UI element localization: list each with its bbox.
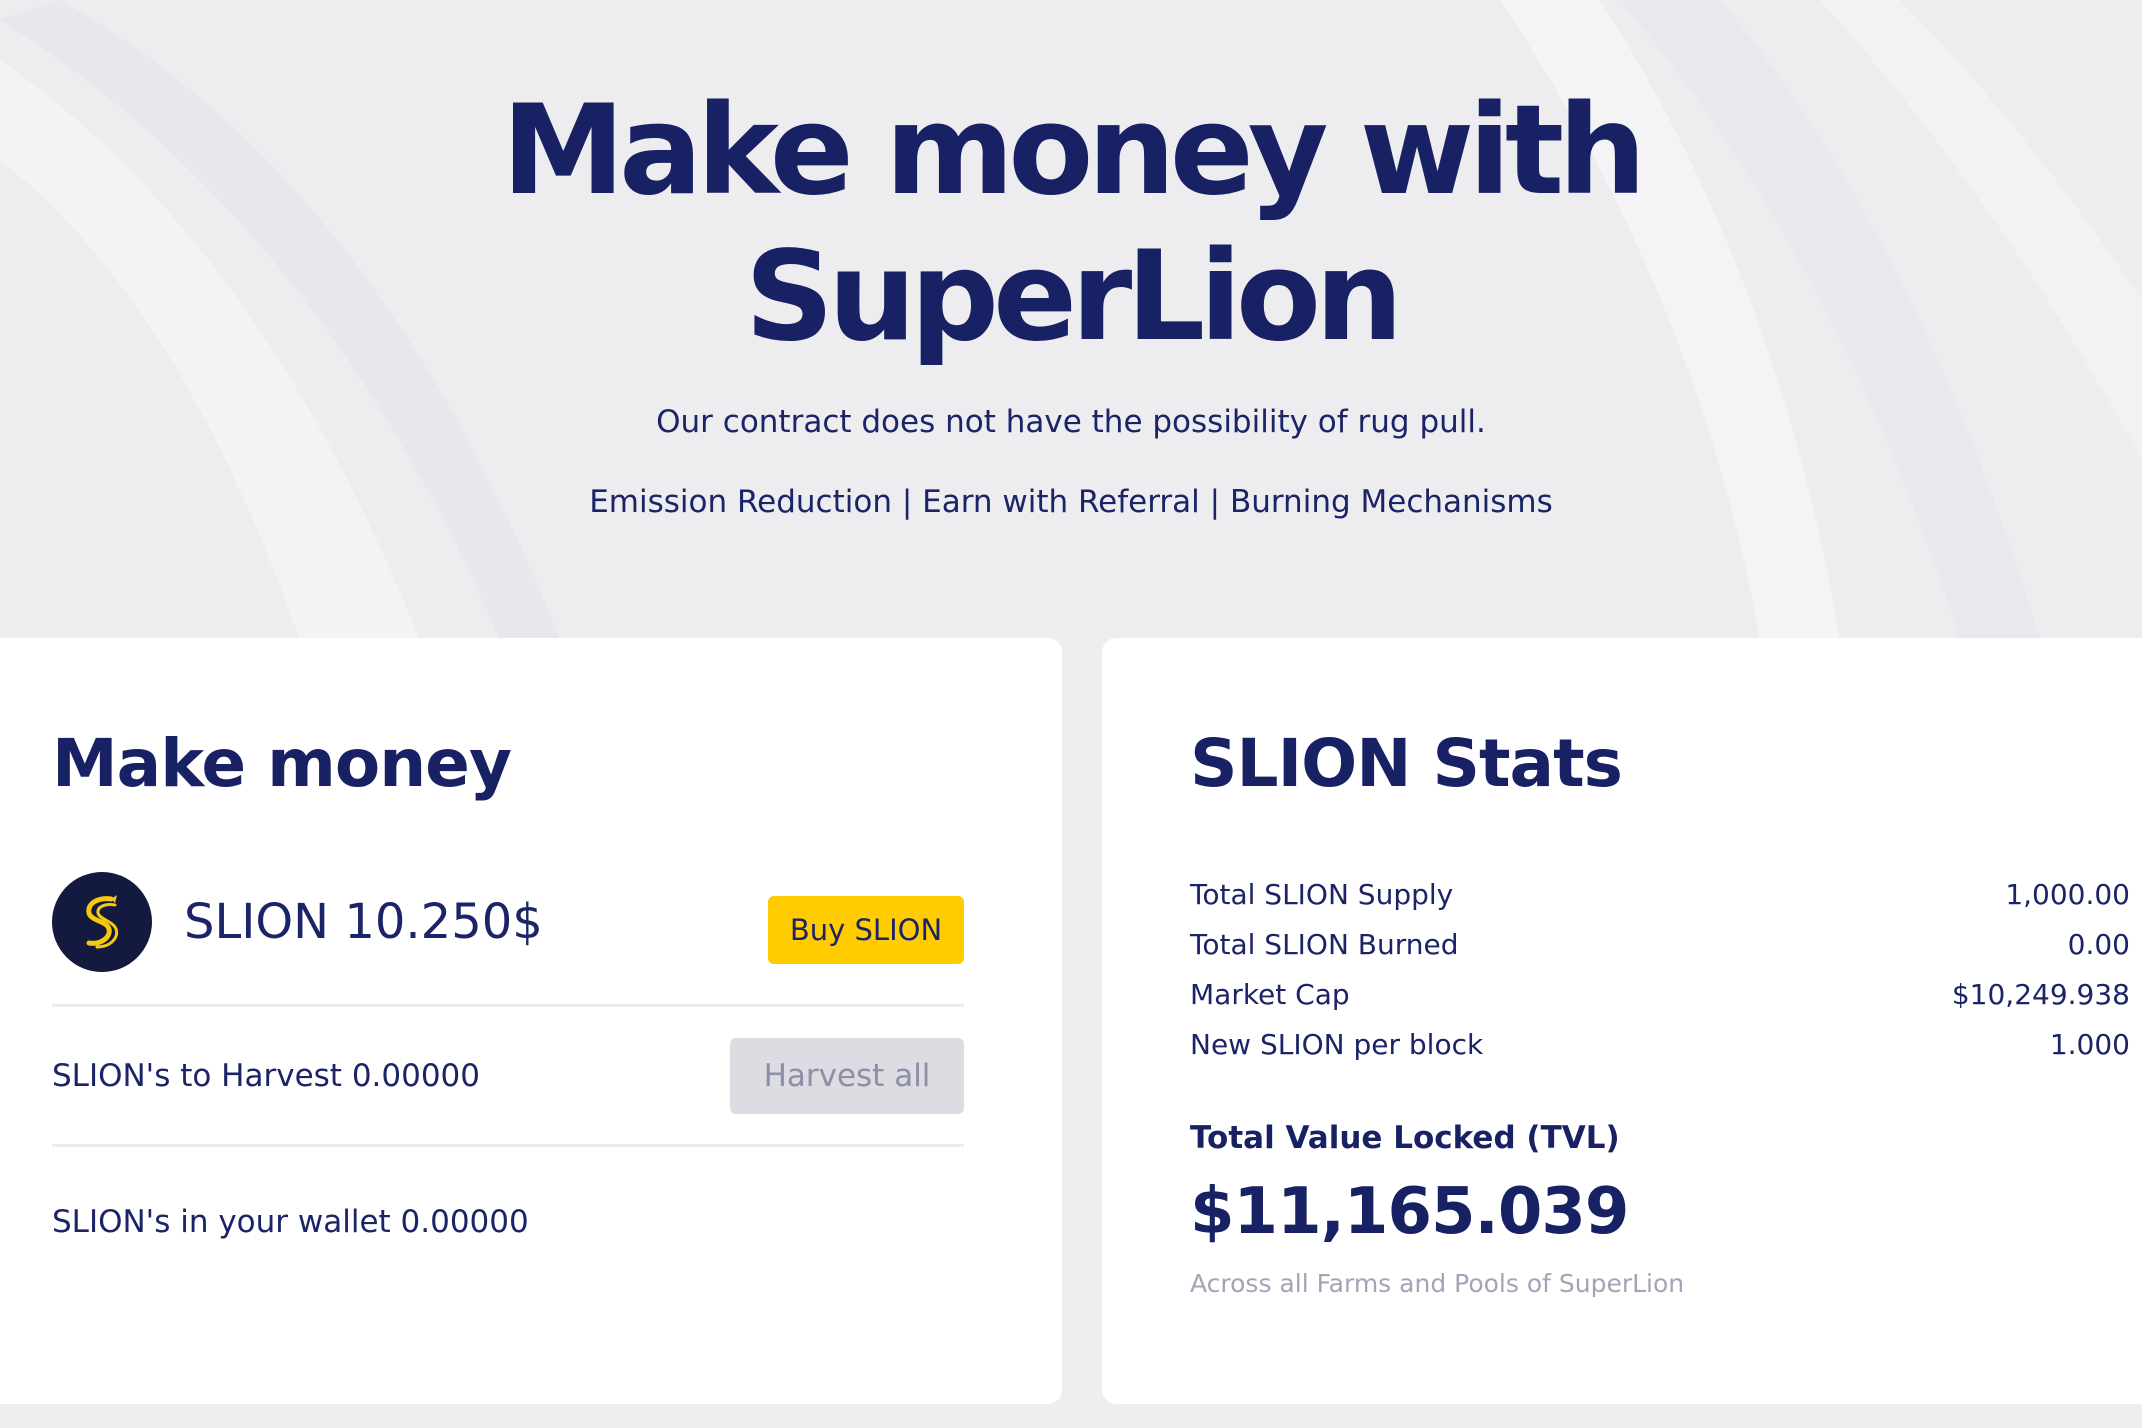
make-money-title: Make money [52,725,512,802]
divider [52,1004,964,1007]
wallet-balance: SLION's in your wallet 0.00000 [52,1204,529,1240]
stats-list: Total SLION Supply 1,000.00 Total SLION … [1190,870,2130,1070]
hero-section: Make money with SuperLion Our contract d… [0,0,2142,630]
stat-value: 1.000 [2049,1028,2130,1061]
stat-row-per-block: New SLION per block 1.000 [1190,1020,2130,1070]
stat-row-total-burned: Total SLION Burned 0.00 [1190,920,2130,970]
tvl-value: $11,165.039 [1190,1175,1629,1249]
stat-label: New SLION per block [1190,1028,1484,1061]
stat-row-total-supply: Total SLION Supply 1,000.00 [1190,870,2130,920]
make-money-card: Make money SLION 10.250$ Buy SLION SLION… [0,638,1062,1404]
stat-row-market-cap: Market Cap $10,249.938 [1190,970,2130,1020]
stat-label: Total SLION Supply [1190,878,1454,911]
stat-label: Market Cap [1190,978,1350,1011]
harvest-amount: SLION's to Harvest 0.00000 [52,1058,481,1094]
slion-stats-card: SLION Stats Total SLION Supply 1,000.00 … [1102,638,2142,1404]
hero-subtitle: Our contract does not have the possibili… [656,404,1486,440]
stat-value: 0.00 [2067,928,2130,961]
divider [52,1144,964,1147]
tvl-label: Total Value Locked (TVL) [1190,1120,1620,1156]
tvl-note: Across all Farms and Pools of SuperLion [1190,1269,1685,1298]
hero-title: Make money with SuperLion [501,79,1647,369]
harvest-all-button[interactable]: Harvest all [730,1038,964,1114]
hero-features: Emission Reduction | Earn with Referral … [589,484,1553,520]
buy-slion-button[interactable]: Buy SLION [768,896,964,964]
token-price: SLION 10.250$ [184,894,543,950]
slion-stats-title: SLION Stats [1190,725,1623,802]
stat-label: Total SLION Burned [1190,928,1459,961]
superlion-logo-icon [52,872,152,972]
stat-value: 1,000.00 [2005,878,2130,911]
stat-value: $10,249.938 [1951,978,2130,1011]
